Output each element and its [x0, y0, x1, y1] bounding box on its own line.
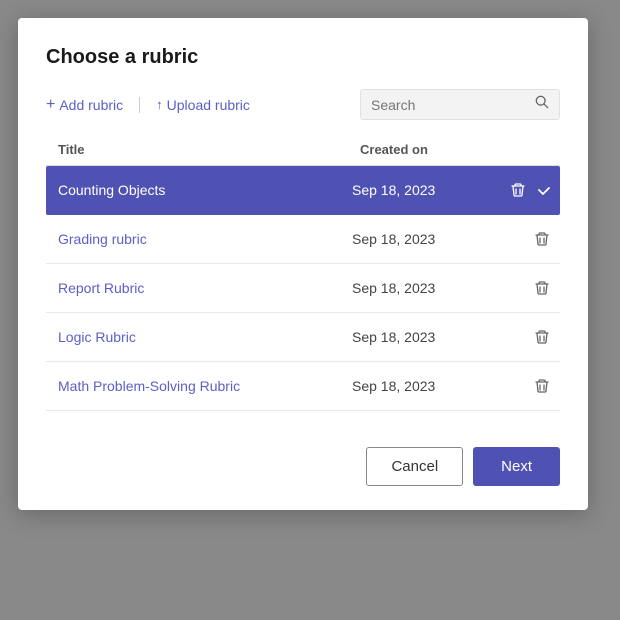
delete-rubric-button[interactable] — [508, 180, 528, 200]
search-input[interactable] — [371, 97, 529, 113]
check-icon — [536, 182, 552, 198]
rubric-title: Logic Rubric — [58, 329, 352, 345]
table-row[interactable]: Report Rubric Sep 18, 2023 — [46, 264, 560, 313]
table-row[interactable]: Counting Objects Sep 18, 2023 — [46, 166, 560, 215]
upload-rubric-button[interactable]: ↑ Upload rubric — [148, 93, 258, 117]
table-row[interactable]: Math Problem-Solving Rubric Sep 18, 2023 — [46, 362, 560, 411]
modal-backdrop: Choose a rubric + Add rubric ↑ Upload ru… — [0, 0, 620, 620]
rubric-actions — [492, 229, 552, 249]
rubric-date: Sep 18, 2023 — [352, 329, 492, 345]
next-button[interactable]: Next — [473, 447, 560, 486]
table-row[interactable]: Grading rubric Sep 18, 2023 — [46, 215, 560, 264]
choose-rubric-modal: Choose a rubric + Add rubric ↑ Upload ru… — [18, 18, 588, 510]
rubric-title: Math Problem-Solving Rubric — [58, 378, 352, 394]
col-title-header: Title — [58, 142, 360, 157]
modal-toolbar: + Add rubric ↑ Upload rubric — [46, 89, 560, 120]
col-actions-header — [500, 142, 560, 157]
rubric-actions — [492, 327, 552, 347]
rubric-date: Sep 18, 2023 — [352, 378, 492, 394]
search-box — [360, 89, 560, 120]
table-header: Title Created on — [46, 136, 560, 166]
rubric-title: Counting Objects — [58, 182, 352, 198]
plus-icon: + — [46, 96, 55, 114]
delete-rubric-button[interactable] — [532, 278, 552, 298]
delete-rubric-button[interactable] — [532, 229, 552, 249]
upload-rubric-label: Upload rubric — [167, 97, 250, 113]
col-created-header: Created on — [360, 142, 500, 157]
modal-footer: Cancel Next — [46, 439, 560, 486]
add-rubric-button[interactable]: + Add rubric — [46, 92, 131, 118]
rubric-date: Sep 18, 2023 — [352, 231, 492, 247]
toolbar-divider — [139, 97, 140, 113]
table-row[interactable]: Logic Rubric Sep 18, 2023 — [46, 313, 560, 362]
rubric-list: Counting Objects Sep 18, 2023 Grading ru… — [46, 166, 560, 411]
delete-rubric-button[interactable] — [532, 376, 552, 396]
add-rubric-label: Add rubric — [59, 97, 123, 113]
rubric-title: Grading rubric — [58, 231, 352, 247]
rubric-actions — [492, 278, 552, 298]
upload-icon: ↑ — [156, 97, 163, 112]
cancel-button[interactable]: Cancel — [366, 447, 463, 486]
rubric-title: Report Rubric — [58, 280, 352, 296]
rubric-actions — [492, 180, 552, 200]
rubric-actions — [492, 376, 552, 396]
rubric-date: Sep 18, 2023 — [352, 280, 492, 296]
modal-title: Choose a rubric — [46, 46, 560, 69]
delete-rubric-button[interactable] — [532, 327, 552, 347]
rubric-date: Sep 18, 2023 — [352, 182, 492, 198]
search-icon — [535, 95, 549, 114]
